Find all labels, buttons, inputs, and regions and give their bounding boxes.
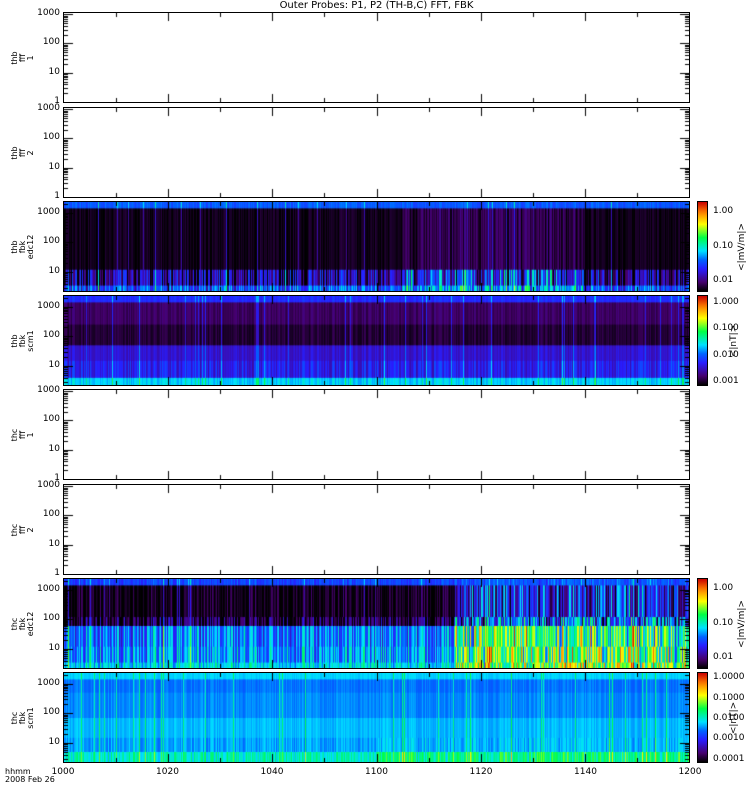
y-tick-label: 10 (48, 266, 60, 277)
y-tick-label: 1000 (37, 8, 60, 19)
spectrogram-canvas (64, 13, 689, 102)
panel-thb-fbk-scm1 (63, 295, 690, 386)
panel-label: thb fbk edc12 (10, 234, 35, 259)
y-tick-label: 1 (54, 568, 60, 578)
x-tick-label: 1100 (365, 767, 388, 777)
colorbar-tick-label: 1.000 (713, 296, 739, 307)
spectrogram-canvas (64, 485, 689, 574)
colorbar-tick-label: 0.001 (713, 375, 739, 386)
x-tick-label: 1120 (469, 767, 493, 777)
panel-thc-fbk-edc12 (63, 578, 690, 669)
colorbar (697, 201, 708, 292)
panel-label: thb fbk scm1 (10, 329, 35, 352)
colorbar-tick-label: 0.0010 (713, 733, 745, 744)
x-tick-label: 1140 (574, 767, 597, 777)
x-axis-date-label: 2008 Feb 26 (5, 775, 55, 784)
colorbar-tick-label: 0.01 (713, 652, 734, 663)
y-tick-label: 10 (48, 643, 60, 654)
y-tick-label: 1000 (37, 583, 60, 594)
panel-label: thc fff 2 (10, 523, 35, 536)
spectrogram-canvas (64, 390, 689, 479)
colorbar (697, 672, 708, 763)
panel-label: thc fff 1 (10, 428, 35, 441)
colorbar-tick-label: 1.0000 (713, 672, 745, 683)
y-tick-label: 1000 (37, 300, 60, 311)
x-tick-label: 1000 (51, 767, 75, 777)
colorbar-unit-label: <|mV/m|> (736, 599, 747, 648)
colorbar-tick-label: 0.0001 (713, 753, 745, 764)
colorbar (697, 295, 708, 386)
x-tick-label: 1020 (156, 767, 179, 777)
panel-label: thb fff 1 (10, 50, 35, 65)
colorbar-tick-label: 0.10 (713, 617, 734, 628)
panel-thb-fff-1 (63, 12, 690, 103)
colorbar-tick-label: 1.00 (713, 582, 734, 593)
x-tick-label: 1200 (678, 767, 702, 777)
y-tick-label: 1000 (37, 206, 60, 217)
y-tick-label: 10 (48, 737, 60, 748)
spectrogram-canvas (64, 202, 689, 291)
spectrogram-canvas (64, 108, 689, 197)
panel-thb-fbk-edc12 (63, 201, 690, 292)
plot-root: Outer Probes: P1, P2 (TH-B,C) FFT, FBK h… (0, 0, 750, 800)
colorbar-unit-label: <|nT|> (729, 701, 740, 734)
panel-thc-fff-1 (63, 389, 690, 480)
colorbar-unit-label: <|nT|> (729, 324, 740, 357)
panel-label: thb fff 2 (10, 145, 35, 160)
y-tick-label: 1000 (37, 480, 60, 491)
panel-thc-fbk-scm1 (63, 672, 690, 763)
colorbar-tick-label: 0.01 (713, 275, 734, 286)
plot-title: Outer Probes: P1, P2 (TH-B,C) FFT, FBK (279, 0, 474, 11)
panel-label: thc fbk scm1 (10, 706, 35, 729)
y-tick-label: 1000 (37, 677, 60, 688)
panel-thc-fff-2 (63, 484, 690, 575)
colorbar-tick-label: 0.10 (713, 240, 734, 251)
y-tick-label: 1000 (37, 385, 60, 396)
colorbar (697, 578, 708, 669)
y-tick-label: 10 (48, 360, 60, 371)
panel-thb-fff-2 (63, 107, 690, 198)
y-tick-label: 1000 (37, 103, 60, 114)
colorbar-tick-label: 1.00 (713, 205, 734, 216)
x-tick-label: 1040 (260, 767, 284, 777)
spectrogram-canvas (64, 579, 689, 668)
panel-label: thc fbk edc12 (10, 611, 35, 636)
spectrogram-canvas (64, 296, 689, 385)
colorbar-unit-label: <|mV/m|> (736, 222, 747, 271)
spectrogram-canvas (64, 673, 689, 762)
y-tick-label: 1 (54, 191, 60, 201)
